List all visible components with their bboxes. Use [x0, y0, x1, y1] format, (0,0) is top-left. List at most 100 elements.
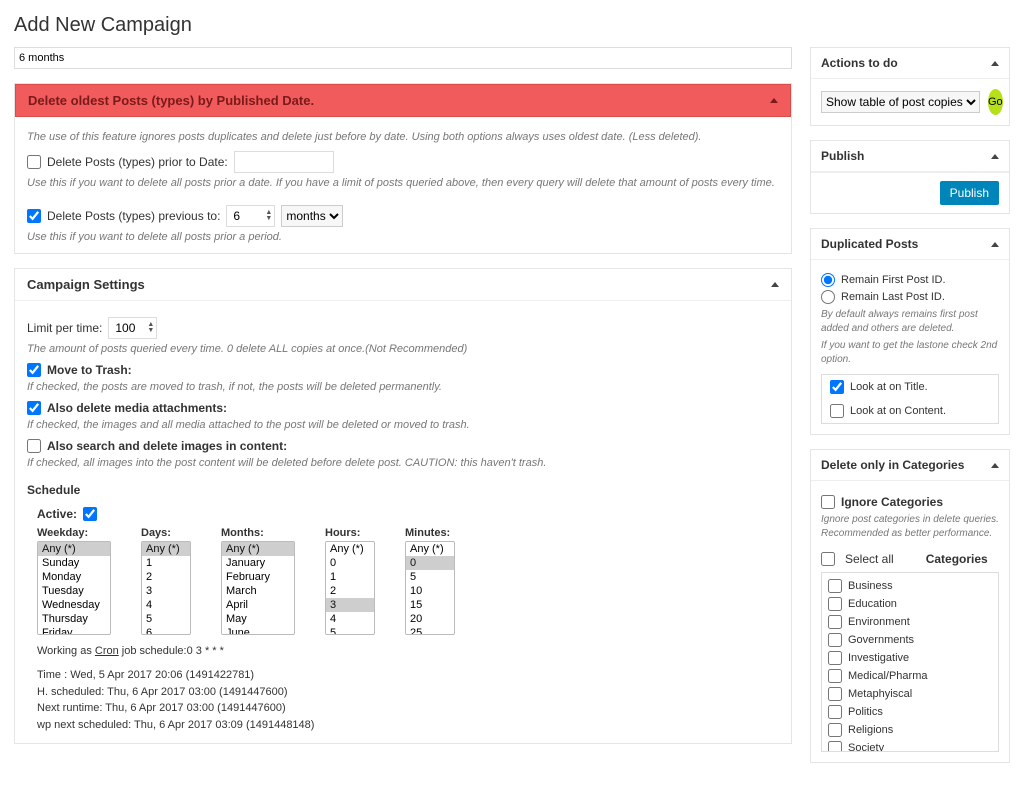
category-checkbox[interactable] [828, 705, 842, 719]
previous-number-spinner[interactable]: ▲▼ [226, 205, 275, 227]
actions-title: Actions to do [821, 56, 898, 70]
select-option[interactable]: February [222, 570, 294, 584]
select-option[interactable]: Wednesday [38, 598, 110, 612]
category-checkbox[interactable] [828, 687, 842, 701]
hours-col: Hours: Any (*)0123456 [325, 527, 375, 635]
lookat-content-label: Look at on Content. [850, 405, 946, 417]
category-label: Medical/Pharma [848, 670, 927, 682]
cat-desc2: Recommended as better performance. [821, 527, 999, 541]
select-option[interactable]: Any (*) [326, 542, 374, 556]
select-option[interactable]: June [222, 626, 294, 635]
spinner-arrows-icon[interactable]: ▲▼ [147, 322, 154, 334]
categories-col-title: Categories [926, 552, 988, 566]
select-option[interactable]: 20 [406, 612, 454, 626]
select-option[interactable]: Monday [38, 570, 110, 584]
select-option[interactable]: 1 [326, 570, 374, 584]
actions-select[interactable]: Show table of post copies [821, 91, 980, 113]
hours-select[interactable]: Any (*)0123456 [325, 541, 375, 635]
ignore-categories-checkbox[interactable] [821, 495, 835, 509]
select-option[interactable]: 0 [326, 556, 374, 570]
delete-oldest-header[interactable]: Delete oldest Posts (types) by Published… [15, 84, 791, 117]
lookat-content-checkbox[interactable] [830, 404, 844, 418]
previous-unit-select[interactable]: months [281, 205, 343, 227]
active-row: Active: [37, 507, 779, 521]
categories-list[interactable]: BusinessEducationEnvironmentGovernmentsI… [821, 572, 999, 752]
limit-input[interactable] [111, 319, 147, 337]
select-option[interactable]: January [222, 556, 294, 570]
prior-date-desc: Use this if you want to delete all posts… [27, 177, 779, 189]
imgcontent-checkbox[interactable] [27, 439, 41, 453]
select-option[interactable]: Friday [38, 626, 110, 635]
select-option[interactable]: Any (*) [406, 542, 454, 556]
category-checkbox[interactable] [828, 597, 842, 611]
select-option[interactable]: Any (*) [38, 542, 110, 556]
remain-last-radio[interactable] [821, 290, 835, 304]
select-option[interactable]: Any (*) [142, 542, 190, 556]
previous-number-input[interactable] [229, 207, 265, 225]
months-select[interactable]: Any (*)JanuaryFebruaryMarchAprilMayJuneJ… [221, 541, 295, 635]
publish-button[interactable]: Publish [940, 181, 999, 205]
campaign-name-input[interactable] [14, 47, 792, 69]
select-option[interactable]: 5 [142, 612, 190, 626]
select-option[interactable]: March [222, 584, 294, 598]
trash-checkbox[interactable] [27, 363, 41, 377]
select-option[interactable]: 5 [326, 626, 374, 635]
delete-oldest-title: Delete oldest Posts (types) by Published… [28, 93, 314, 108]
select-option[interactable]: April [222, 598, 294, 612]
media-label: Also delete media attachments: [47, 401, 227, 415]
select-option[interactable]: 2 [326, 584, 374, 598]
select-option[interactable]: 4 [326, 612, 374, 626]
select-option[interactable]: 3 [326, 598, 374, 612]
select-option[interactable]: 1 [142, 556, 190, 570]
minutes-select[interactable]: Any (*)051015202530 [405, 541, 455, 635]
cat-desc1: Ignore post categories in delete queries… [821, 513, 999, 527]
category-checkbox[interactable] [828, 669, 842, 683]
cat-header[interactable]: Delete only in Categories [811, 450, 1009, 481]
publish-header[interactable]: Publish [811, 141, 1009, 172]
select-option[interactable]: Any (*) [222, 542, 294, 556]
campaign-settings-header[interactable]: Campaign Settings [15, 269, 791, 301]
select-option[interactable]: Sunday [38, 556, 110, 570]
media-checkbox[interactable] [27, 401, 41, 415]
prior-date-input[interactable] [234, 151, 334, 173]
publish-panel: Publish Publish [810, 140, 1010, 214]
spinner-arrows-icon[interactable]: ▲▼ [265, 210, 272, 222]
dup-header[interactable]: Duplicated Posts [811, 229, 1009, 260]
select-option[interactable]: 2 [142, 570, 190, 584]
category-checkbox[interactable] [828, 723, 842, 737]
cron-link[interactable]: Cron [95, 645, 119, 657]
prior-date-checkbox[interactable] [27, 155, 41, 169]
select-option[interactable]: 25 [406, 626, 454, 635]
select-option[interactable]: 4 [142, 598, 190, 612]
category-label: Religions [848, 724, 893, 736]
select-option[interactable]: 10 [406, 584, 454, 598]
limit-spinner[interactable]: ▲▼ [108, 317, 157, 339]
select-all-checkbox[interactable] [821, 552, 835, 566]
dup-title: Duplicated Posts [821, 237, 918, 251]
actions-panel: Actions to do Show table of post copies … [810, 47, 1010, 126]
category-checkbox[interactable] [828, 615, 842, 629]
media-desc: If checked, the images and all media att… [27, 419, 779, 431]
actions-header[interactable]: Actions to do [811, 48, 1009, 79]
select-option[interactable]: Thursday [38, 612, 110, 626]
category-item: Politics [828, 703, 992, 721]
select-option[interactable]: 6 [142, 626, 190, 635]
days-select[interactable]: Any (*)1234567 [141, 541, 191, 635]
weekday-select[interactable]: Any (*)SundayMondayTuesdayWednesdayThurs… [37, 541, 111, 635]
select-option[interactable]: 15 [406, 598, 454, 612]
go-button[interactable]: Go [988, 89, 1003, 115]
select-option[interactable]: 0 [406, 556, 454, 570]
select-option[interactable]: 3 [142, 584, 190, 598]
select-option[interactable]: Tuesday [38, 584, 110, 598]
remain-first-radio[interactable] [821, 273, 835, 287]
category-checkbox[interactable] [828, 579, 842, 593]
select-option[interactable]: 5 [406, 570, 454, 584]
previous-checkbox[interactable] [27, 209, 41, 223]
lookat-title-checkbox[interactable] [830, 380, 844, 394]
category-checkbox[interactable] [828, 633, 842, 647]
lookat-title-label: Look at on Title. [850, 381, 928, 393]
category-checkbox[interactable] [828, 741, 842, 752]
active-checkbox[interactable] [83, 507, 97, 521]
select-option[interactable]: May [222, 612, 294, 626]
category-checkbox[interactable] [828, 651, 842, 665]
